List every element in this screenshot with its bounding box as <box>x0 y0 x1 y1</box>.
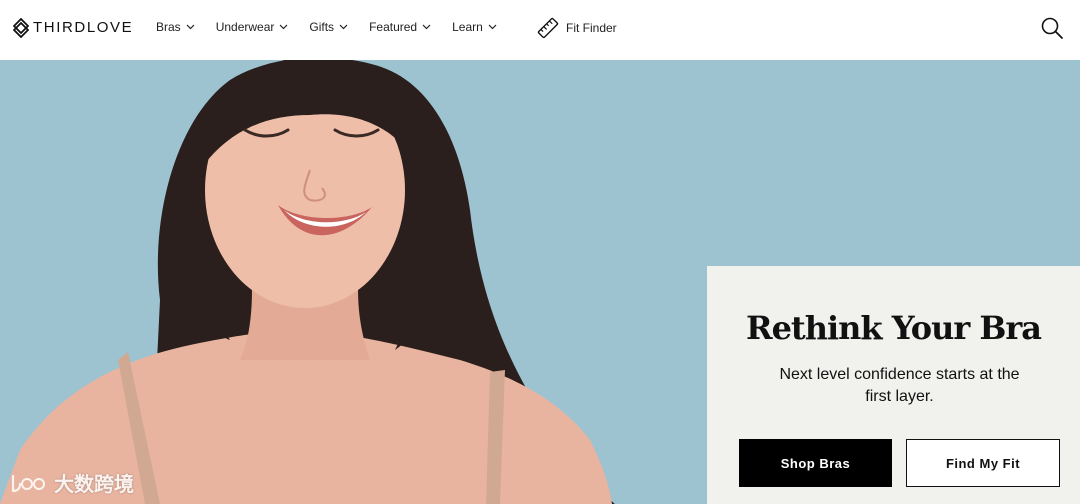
main-nav: Bras Underwear Gifts Featured Learn <box>156 18 518 36</box>
nav-item-learn[interactable]: Learn <box>452 18 497 36</box>
fit-finder-label: Fit Finder <box>566 21 617 35</box>
fit-finder-link[interactable]: Fit Finder <box>536 16 617 40</box>
search-button[interactable] <box>1040 16 1064 40</box>
hero-banner: Rethink Your Bra Next level confidence s… <box>0 60 1080 504</box>
nav-item-label: Learn <box>452 20 483 34</box>
promo-card: Rethink Your Bra Next level confidence s… <box>707 266 1080 504</box>
nav-item-bras[interactable]: Bras <box>156 18 195 36</box>
site-header: THIRDLOVE Bras Underwear Gifts Featured … <box>0 0 1080 60</box>
nav-item-featured[interactable]: Featured <box>369 18 431 36</box>
nav-item-label: Featured <box>369 20 418 34</box>
chevron-down-icon <box>422 24 431 30</box>
chevron-down-icon <box>488 24 497 30</box>
nav-item-label: Bras <box>156 20 181 34</box>
chevron-down-icon <box>339 24 348 30</box>
brand-logo[interactable]: THIRDLOVE <box>13 17 133 39</box>
ruler-icon <box>537 17 559 39</box>
find-my-fit-button[interactable]: Find My Fit <box>906 439 1060 487</box>
brand-name: THIRDLOVE <box>33 19 134 36</box>
thirdlove-logo-icon <box>13 18 29 38</box>
search-icon <box>1041 17 1063 39</box>
watermark-logo-icon <box>11 474 45 492</box>
nav-item-label: Gifts <box>309 20 335 34</box>
shop-bras-button[interactable]: Shop Bras <box>739 439 892 487</box>
watermark: 大数跨境 <box>10 468 134 497</box>
chevron-down-icon <box>186 24 195 30</box>
promo-subtitle: Next level confidence starts at the firs… <box>779 366 1020 405</box>
promo-title: Rethink Your Bra <box>745 309 1042 347</box>
nav-item-label: Underwear <box>215 20 275 34</box>
watermark-text: 大数跨境 <box>54 472 134 496</box>
nav-item-gifts[interactable]: Gifts <box>309 18 348 36</box>
chevron-down-icon <box>279 24 288 30</box>
nav-item-underwear[interactable]: Underwear <box>216 18 289 36</box>
